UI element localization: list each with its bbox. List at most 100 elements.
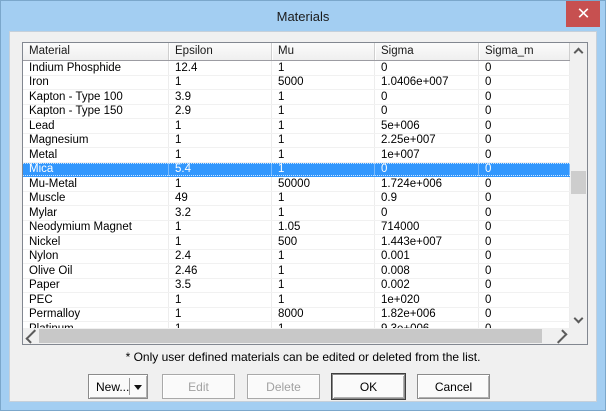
ok-button-label: OK: [360, 380, 377, 394]
edit-button[interactable]: Edit: [162, 374, 235, 399]
cell-material: PEC: [23, 293, 169, 307]
column-header-sigma[interactable]: Sigma: [375, 43, 479, 60]
cell-material: Nylon: [23, 250, 169, 264]
table-body: Indium Phosphide 12.4 1 0 0 Iron 1 5000 …: [23, 61, 570, 328]
column-header-mu[interactable]: Mu: [272, 43, 375, 60]
titlebar[interactable]: Materials: [1, 1, 605, 31]
horizontal-scrollbar-thumb[interactable]: [39, 329, 542, 343]
table-row[interactable]: Muscle 49 1 0.9 0: [23, 192, 570, 207]
chevron-up-icon: [574, 48, 584, 58]
cell-mu: 1: [272, 61, 375, 75]
table-row[interactable]: PEC 1 1 1e+020 0: [23, 293, 570, 308]
cell-sigma: 714000: [375, 221, 479, 235]
close-icon: [578, 5, 589, 23]
cell-sigma: 1.724e+006: [375, 177, 479, 191]
scroll-down-button[interactable]: [570, 312, 587, 328]
vertical-scrollbar[interactable]: [570, 43, 587, 328]
cell-epsilon: 1: [169, 134, 272, 148]
cell-sigma-m: 0: [479, 308, 570, 322]
column-header-sigma-m[interactable]: Sigma_m: [479, 43, 570, 60]
cell-sigma: 1e+020: [375, 293, 479, 307]
ok-button[interactable]: OK: [332, 374, 405, 399]
delete-button[interactable]: Delete: [247, 374, 320, 399]
cell-material: Olive Oil: [23, 264, 169, 278]
table-row[interactable]: Nickel 1 500 1.443e+007 0: [23, 235, 570, 250]
cell-sigma-m: 0: [479, 119, 570, 133]
cell-epsilon: 1: [169, 293, 272, 307]
cell-sigma-m: 0: [479, 90, 570, 104]
column-header-material[interactable]: Material: [23, 43, 169, 60]
cell-mu: 1: [272, 264, 375, 278]
delete-button-label: Delete: [266, 380, 301, 394]
cell-epsilon: 1: [169, 76, 272, 90]
cell-material: Metal: [23, 148, 169, 162]
cell-mu: 1: [272, 279, 375, 293]
cell-sigma: 1e+007: [375, 148, 479, 162]
dropdown-arrow-icon[interactable]: [134, 385, 142, 390]
table-row[interactable]: Paper 3.5 1 0.002 0: [23, 279, 570, 294]
table-row[interactable]: Olive Oil 2.46 1 0.008 0: [23, 264, 570, 279]
cell-epsilon: 1: [169, 177, 272, 191]
cell-material: Mica: [23, 163, 169, 177]
cell-material: Lead: [23, 119, 169, 133]
cancel-button[interactable]: Cancel: [417, 374, 490, 399]
table-row[interactable]: Nylon 2.4 1 0.001 0: [23, 250, 570, 265]
dialog-client-area: Material Epsilon Mu Sigma Sigma_m Indium…: [9, 31, 597, 402]
table-row[interactable]: Iron 1 5000 1.0406e+007 0: [23, 76, 570, 91]
cell-sigma: 1.443e+007: [375, 235, 479, 249]
cell-mu: 1: [272, 105, 375, 119]
cell-sigma-m: 0: [479, 293, 570, 307]
cell-material: Mylar: [23, 206, 169, 220]
chevron-right-icon: [553, 329, 567, 343]
cell-material: Kapton - Type 100: [23, 90, 169, 104]
materials-table: Material Epsilon Mu Sigma Sigma_m Indium…: [22, 42, 588, 345]
vertical-scrollbar-thumb[interactable]: [571, 171, 586, 194]
column-header-epsilon[interactable]: Epsilon: [169, 43, 272, 60]
cell-sigma: 0: [375, 206, 479, 220]
table-row[interactable]: Permalloy 1 8000 1.82e+006 0: [23, 308, 570, 323]
cell-mu: 5000: [272, 76, 375, 90]
split-button-divider: [129, 378, 130, 395]
cell-sigma: 0: [375, 90, 479, 104]
cell-sigma-m: 0: [479, 250, 570, 264]
cell-material: Magnesium: [23, 134, 169, 148]
cell-sigma-m: 0: [479, 279, 570, 293]
cell-sigma: 2.25e+007: [375, 134, 479, 148]
cell-sigma-m: 0: [479, 264, 570, 278]
table-row[interactable]: Kapton - Type 100 3.9 1 0 0: [23, 90, 570, 105]
cell-mu: 1: [272, 148, 375, 162]
cell-sigma-m: 0: [479, 134, 570, 148]
cell-material: Kapton - Type 150: [23, 105, 169, 119]
cell-mu: 500: [272, 235, 375, 249]
cell-sigma-m: 0: [479, 206, 570, 220]
cell-sigma-m: 0: [479, 76, 570, 90]
new-button[interactable]: New...: [88, 374, 148, 399]
close-button[interactable]: [566, 1, 600, 27]
cell-epsilon: 2.4: [169, 250, 272, 264]
table-row[interactable]: Magnesium 1 1 2.25e+007 0: [23, 134, 570, 149]
scroll-right-button[interactable]: [554, 328, 570, 344]
table-row[interactable]: Kapton - Type 150 2.9 1 0 0: [23, 105, 570, 120]
cell-material: Iron: [23, 76, 169, 90]
window-title: Materials: [277, 9, 330, 24]
cell-sigma: 0.001: [375, 250, 479, 264]
cell-epsilon: 5.4: [169, 163, 272, 177]
cell-material: Paper: [23, 279, 169, 293]
cell-epsilon: 3.9: [169, 90, 272, 104]
scroll-left-button[interactable]: [23, 328, 39, 344]
table-row[interactable]: Mu-Metal 1 50000 1.724e+006 0: [23, 177, 570, 192]
cell-mu: 1: [272, 250, 375, 264]
horizontal-scrollbar[interactable]: [23, 328, 570, 344]
table-row[interactable]: Mica 5.4 1 0 0: [23, 163, 570, 178]
table-row[interactable]: Lead 1 1 5e+006 0: [23, 119, 570, 134]
scroll-up-button[interactable]: [570, 43, 587, 59]
cell-mu: 1: [272, 119, 375, 133]
cell-sigma: 0.002: [375, 279, 479, 293]
table-row[interactable]: Neodymium Magnet 1 1.05 714000 0: [23, 221, 570, 236]
table-row[interactable]: Indium Phosphide 12.4 1 0 0: [23, 61, 570, 76]
cell-material: Muscle: [23, 192, 169, 206]
cell-material: Neodymium Magnet: [23, 221, 169, 235]
table-row[interactable]: Metal 1 1 1e+007 0: [23, 148, 570, 163]
table-row[interactable]: Mylar 3.2 1 0 0: [23, 206, 570, 221]
cell-sigma-m: 0: [479, 177, 570, 191]
